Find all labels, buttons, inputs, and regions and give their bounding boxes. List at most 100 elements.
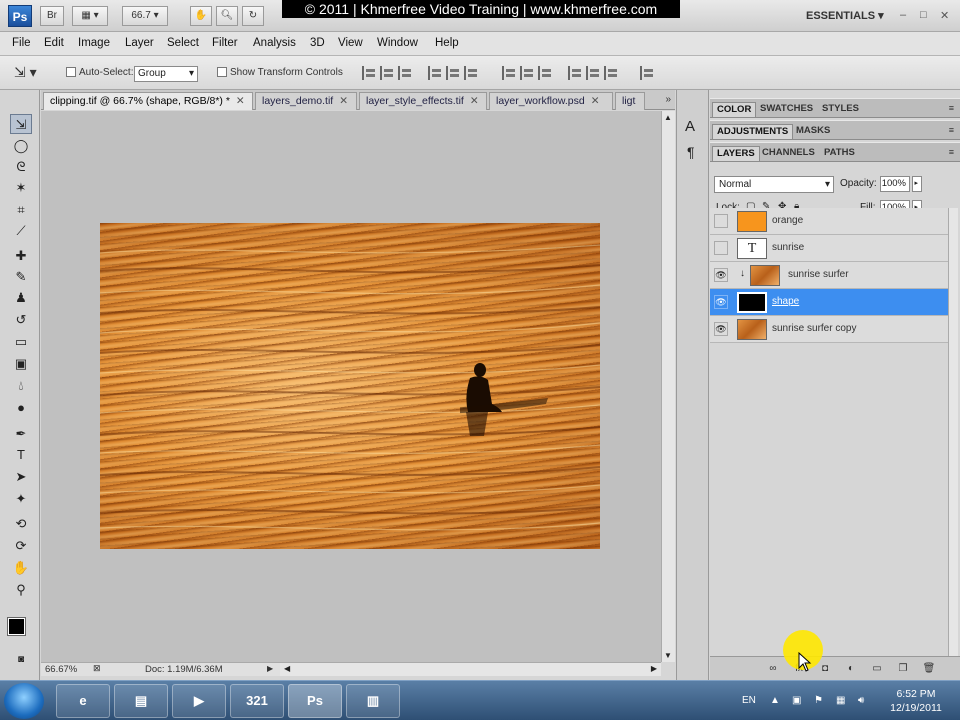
- menu-analysis[interactable]: Analysis: [253, 37, 296, 49]
- healing-brush-tool-icon[interactable]: ✚: [10, 246, 32, 266]
- auto-select-dropdown[interactable]: Group ▾: [134, 66, 198, 82]
- minimize-icon[interactable]: –: [900, 9, 906, 21]
- menu-image[interactable]: Image: [78, 37, 110, 49]
- horizontal-scrollbar[interactable]: ◀ ▶: [280, 662, 661, 676]
- scroll-up-icon[interactable]: ▲: [664, 113, 672, 122]
- 3d-orbit-tool-icon[interactable]: ⟳: [10, 536, 32, 556]
- eye-icon[interactable]: 👁︎: [714, 295, 728, 309]
- scroll-right-icon[interactable]: ▶: [651, 664, 657, 673]
- winrar-icon[interactable]: ▥: [346, 684, 400, 718]
- visibility-toggle[interactable]: [714, 241, 728, 255]
- network-tray-icon[interactable]: ▣: [792, 695, 801, 706]
- menu-layer[interactable]: Layer: [125, 37, 154, 49]
- layer-row-orange[interactable]: orange: [710, 208, 948, 235]
- tab-color[interactable]: COLOR: [712, 102, 757, 117]
- adjustment-layer-icon[interactable]: ◐: [844, 662, 858, 675]
- distribute-bottom-icon[interactable]: [538, 66, 552, 80]
- delete-layer-icon[interactable]: 🗑︎: [922, 662, 936, 675]
- menu-3d[interactable]: 3D: [310, 37, 325, 49]
- media-player-icon[interactable]: ▶: [172, 684, 226, 718]
- tab-layer-workflow[interactable]: layer_workflow.psd ✕: [489, 92, 613, 110]
- start-button[interactable]: [4, 683, 44, 719]
- pen-tool-icon[interactable]: ✒: [10, 424, 32, 444]
- auto-align-layers-icon[interactable]: [640, 66, 654, 80]
- new-layer-icon[interactable]: ❐: [896, 662, 910, 675]
- media-player-classic-icon[interactable]: 321: [230, 684, 284, 718]
- file-explorer-icon[interactable]: ▤: [114, 684, 168, 718]
- zoom-level-dropdown[interactable]: 66.7 ▾: [122, 6, 168, 26]
- tab-layer-style-effects[interactable]: layer_style_effects.tif ✕: [359, 92, 487, 110]
- blend-mode-dropdown[interactable]: Normal ▾: [714, 176, 834, 193]
- tab-close-icon[interactable]: ✕: [339, 95, 348, 107]
- view-extras-button[interactable]: ▦ ▾: [72, 6, 108, 26]
- new-group-icon[interactable]: ▭: [870, 662, 884, 675]
- scroll-down-icon[interactable]: ▼: [664, 651, 672, 660]
- show-hidden-icons-icon[interactable]: ▲: [770, 695, 780, 706]
- align-right-icon[interactable]: [464, 66, 478, 80]
- add-mask-icon[interactable]: ◘: [818, 662, 832, 675]
- eyedropper-tool-icon[interactable]: ⟋: [10, 221, 32, 241]
- path-selection-tool-icon[interactable]: ➤: [10, 467, 32, 487]
- tab-close-icon[interactable]: ✕: [470, 95, 479, 107]
- 3d-rotate-tool-icon[interactable]: ⟲: [10, 514, 32, 534]
- layer-row-sunrise-surfer[interactable]: 👁︎ ↓ sunrise surfer: [710, 262, 948, 289]
- history-brush-tool-icon[interactable]: ↺: [10, 310, 32, 330]
- zoom-tool-panel-icon[interactable]: ⚲: [10, 580, 32, 600]
- menu-filter[interactable]: Filter: [212, 37, 238, 49]
- panel-menu-icon[interactable]: ≡: [949, 147, 954, 157]
- close-icon[interactable]: ✕: [940, 9, 949, 22]
- auto-select-checkbox[interactable]: Auto-Select:: [66, 67, 133, 78]
- status-info-icon[interactable]: ⊠: [93, 663, 101, 674]
- brush-tool-icon[interactable]: ✎: [10, 267, 32, 287]
- tab-layers[interactable]: LAYERS: [712, 146, 760, 161]
- menu-select[interactable]: Select: [167, 37, 199, 49]
- more-tabs-icon[interactable]: »: [665, 94, 671, 105]
- clone-stamp-tool-icon[interactable]: ♟: [10, 288, 32, 308]
- hand-tool-panel-icon[interactable]: ✋: [10, 558, 32, 578]
- language-indicator[interactable]: EN: [742, 695, 756, 706]
- system-clock[interactable]: 6:52 PM 12/19/2011: [880, 687, 952, 715]
- tab-adjustments[interactable]: ADJUSTMENTS: [712, 124, 794, 139]
- menu-help[interactable]: Help: [435, 37, 459, 49]
- hand-tool-icon[interactable]: ✋: [190, 6, 212, 26]
- foreground-color-swatch[interactable]: [7, 617, 26, 636]
- distribute-top-icon[interactable]: [502, 66, 516, 80]
- tab-ligt[interactable]: ligt: [615, 92, 645, 110]
- show-transform-controls-checkbox[interactable]: Show Transform Controls: [217, 67, 343, 78]
- blur-tool-icon[interactable]: 💧︎: [10, 376, 32, 396]
- zoom-tool-icon[interactable]: 🔍︎: [216, 6, 238, 26]
- restore-icon[interactable]: □: [920, 9, 927, 21]
- scroll-left-icon[interactable]: ◀: [284, 664, 290, 673]
- vertical-scrollbar[interactable]: ▲ ▼: [661, 111, 675, 662]
- tab-clipping[interactable]: clipping.tif @ 66.7% (shape, RGB/8*) * ✕: [43, 92, 253, 110]
- distribute-right-icon[interactable]: [604, 66, 618, 80]
- move-tool-icon[interactable]: ⇲: [10, 114, 32, 134]
- photoshop-taskbar-button[interactable]: Ps: [288, 684, 342, 718]
- status-zoom[interactable]: 66.67%: [45, 664, 77, 675]
- link-layers-icon[interactable]: ∞: [766, 662, 780, 675]
- layer-row-sunrise[interactable]: T sunrise: [710, 235, 948, 262]
- align-bottom-icon[interactable]: [398, 66, 412, 80]
- tab-masks[interactable]: MASKS: [792, 124, 834, 139]
- align-top-icon[interactable]: [362, 66, 376, 80]
- move-tool-preset-icon[interactable]: ⇲ ▾: [14, 64, 37, 81]
- character-panel-icon[interactable]: A: [685, 118, 695, 135]
- bridge-button[interactable]: Br: [40, 6, 64, 26]
- tab-layers-demo[interactable]: layers_demo.tif ✕: [255, 92, 357, 110]
- opacity-field[interactable]: 100%: [880, 176, 910, 192]
- workspace-switcher[interactable]: ESSENTIALS ▾: [806, 9, 884, 22]
- align-left-icon[interactable]: [428, 66, 442, 80]
- align-horizontal-center-icon[interactable]: [446, 66, 460, 80]
- tab-channels[interactable]: CHANNELS: [758, 146, 819, 161]
- volume-tray-icon[interactable]: 🔊︎: [858, 695, 864, 706]
- layers-scrollbar[interactable]: [948, 208, 958, 658]
- quick-mask-icon[interactable]: ◙: [10, 650, 32, 670]
- layer-row-sunrise-surfer-copy[interactable]: 👁︎ sunrise surfer copy: [710, 316, 948, 343]
- eye-icon[interactable]: 👁︎: [714, 322, 728, 336]
- crop-tool-icon[interactable]: ⌗: [10, 200, 32, 220]
- eye-icon[interactable]: 👁︎: [714, 268, 728, 282]
- distribute-left-icon[interactable]: [568, 66, 582, 80]
- magic-wand-tool-icon[interactable]: ✶: [10, 178, 32, 198]
- align-vertical-center-icon[interactable]: [380, 66, 394, 80]
- layer-row-shape[interactable]: 👁︎ shape: [710, 289, 948, 316]
